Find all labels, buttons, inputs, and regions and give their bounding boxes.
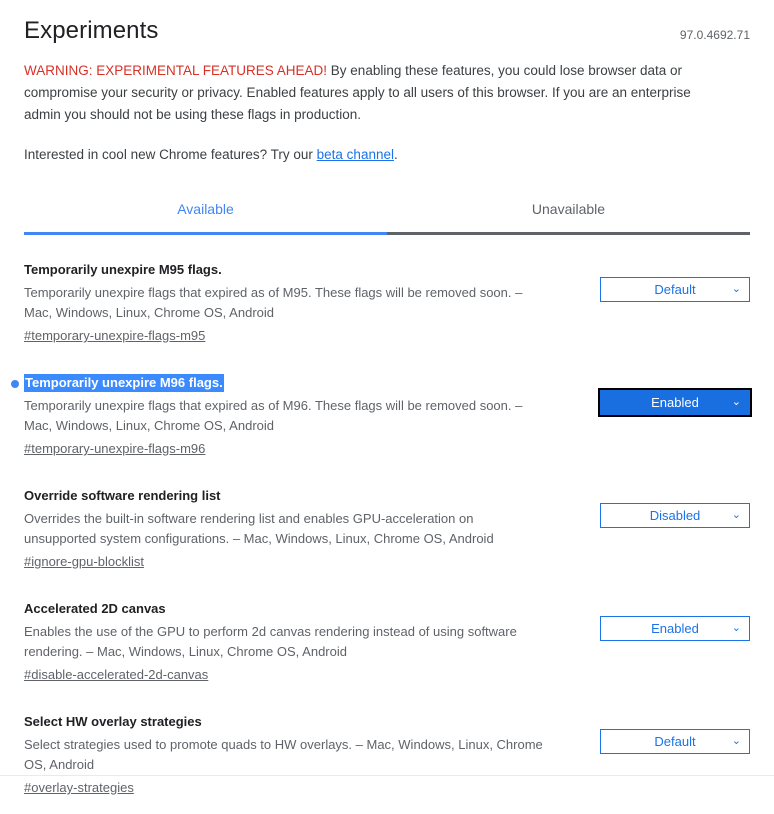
experiment-description: Temporarily unexpire flags that expired …	[24, 398, 523, 433]
experiment-title: Temporarily unexpire M95 flags.	[24, 262, 222, 277]
experiment-control: Enabled ⌄	[600, 600, 750, 641]
bottom-divider	[0, 775, 774, 776]
experiment-text: Accelerated 2D canvas Enables the use of…	[24, 600, 548, 685]
experiment-control: Enabled ⌄	[598, 374, 752, 417]
beta-suffix-text: .	[393, 147, 398, 162]
experiment-description: Overrides the built-in software renderin…	[24, 511, 494, 546]
version-label: 97.0.4692.71	[679, 28, 750, 42]
beta-prefix-text: Interested in cool new Chrome features? …	[24, 147, 317, 162]
warning-blurb: WARNING: EXPERIMENTAL FEATURES AHEAD! By…	[24, 60, 724, 126]
chevron-down-icon: ⌄	[731, 396, 741, 408]
beta-channel-blurb: Interested in cool new Chrome features? …	[24, 144, 750, 166]
experiment-control: Disabled ⌄	[600, 487, 750, 528]
tab-selected-indicator	[24, 232, 387, 235]
experiment-row: Override software rendering list Overrid…	[24, 487, 750, 588]
experiment-row: Temporarily unexpire M96 flags. Temporar…	[11, 374, 752, 475]
experiment-description: Temporarily unexpire flags that expired …	[24, 285, 523, 320]
experiment-row: Accelerated 2D canvas Enables the use of…	[24, 600, 750, 701]
experiment-row: Temporarily unexpire M95 flags. Temporar…	[24, 261, 750, 362]
warning-lead-text: WARNING: EXPERIMENTAL FEATURES AHEAD!	[24, 63, 328, 78]
experiments-page: Experiments 97.0.4692.71 WARNING: EXPERI…	[0, 0, 774, 811]
experiment-title: Temporarily unexpire M96 flags.	[24, 374, 224, 392]
tab-bar: Available Unavailable	[24, 190, 750, 228]
experiment-title: Accelerated 2D canvas	[24, 601, 166, 616]
page-title: Experiments	[24, 17, 159, 44]
tab-unavailable[interactable]: Unavailable	[387, 190, 750, 228]
experiment-title: Select HW overlay strategies	[24, 714, 202, 729]
experiment-row: Select HW overlay strategies Select stra…	[24, 713, 750, 814]
experiment-state-select[interactable]: Default ⌄	[600, 729, 750, 754]
experiment-title-line: Temporarily unexpire M96 flags.	[11, 374, 548, 392]
experiment-title: Override software rendering list	[24, 488, 221, 503]
experiment-state-value: Disabled	[649, 508, 701, 523]
experiment-text: Temporarily unexpire M95 flags. Temporar…	[24, 261, 548, 346]
experiment-control: Default ⌄	[600, 713, 750, 754]
experiment-title-line: Accelerated 2D canvas	[24, 600, 548, 618]
experiment-title-line: Temporarily unexpire M95 flags.	[24, 261, 548, 279]
chevron-down-icon: ⌄	[731, 735, 741, 747]
experiment-permalink[interactable]: #temporary-unexpire-flags-m96	[24, 439, 205, 459]
experiment-permalink[interactable]: #disable-accelerated-2d-canvas	[24, 665, 208, 685]
experiment-description: Select strategies used to promote quads …	[24, 737, 543, 772]
experiment-state-select[interactable]: Disabled ⌄	[600, 503, 750, 528]
experiment-state-select[interactable]: Enabled ⌄	[600, 616, 750, 641]
experiment-title-line: Override software rendering list	[24, 487, 548, 505]
experiment-selected-dot-icon	[11, 380, 19, 388]
tab-rail	[24, 232, 750, 235]
chevron-down-icon: ⌄	[731, 509, 741, 521]
experiment-control: Default ⌄	[600, 261, 750, 302]
experiment-state-value: Enabled	[651, 621, 699, 636]
experiment-permalink[interactable]: #ignore-gpu-blocklist	[24, 552, 144, 572]
tab-available[interactable]: Available	[24, 190, 387, 228]
experiment-title-line: Select HW overlay strategies	[24, 713, 548, 731]
experiment-state-select[interactable]: Enabled ⌄	[598, 388, 752, 417]
experiment-permalink[interactable]: #overlay-strategies	[24, 778, 134, 798]
chevron-down-icon: ⌄	[731, 622, 741, 634]
beta-channel-link[interactable]: beta channel	[317, 147, 394, 162]
page-header: Experiments 97.0.4692.71	[24, 0, 750, 46]
experiment-text: Temporarily unexpire M96 flags. Temporar…	[11, 374, 548, 459]
experiments-list: Temporarily unexpire M95 flags. Temporar…	[11, 261, 752, 814]
experiment-state-select[interactable]: Default ⌄	[600, 277, 750, 302]
experiment-permalink[interactable]: #temporary-unexpire-flags-m95	[24, 326, 205, 346]
chevron-down-icon: ⌄	[731, 283, 741, 295]
experiment-text: Override software rendering list Overrid…	[24, 487, 548, 572]
experiment-state-value: Enabled	[651, 395, 699, 410]
experiment-state-value: Default	[654, 282, 696, 297]
experiment-state-value: Default	[654, 734, 696, 749]
experiment-description: Enables the use of the GPU to perform 2d…	[24, 624, 517, 659]
experiment-text: Select HW overlay strategies Select stra…	[24, 713, 548, 798]
